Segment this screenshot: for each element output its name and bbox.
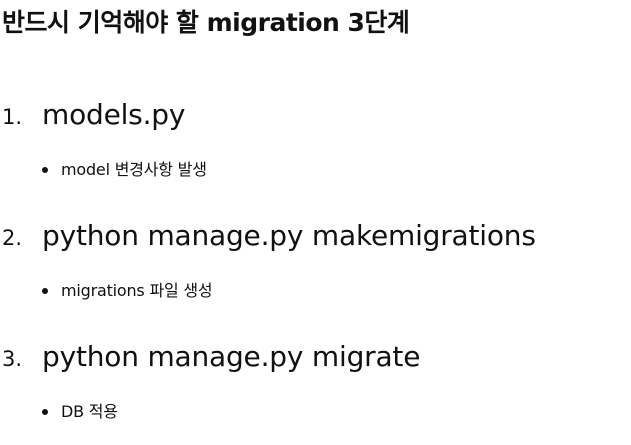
step-label: python manage.py migrate [42, 340, 421, 373]
step-bullet: model 변경사항 발생 [40, 158, 207, 182]
step-heading: 2. python manage.py makemigrations [0, 217, 631, 257]
step-bullet: migrations 파일 생성 [40, 279, 213, 303]
step-bullet: DB 적용 [40, 400, 118, 424]
slide: 반드시 기억해야 할 migration 3단계 1. models.py mo… [0, 0, 631, 445]
step-bullet-text: migrations 파일 생성 [61, 281, 213, 300]
step-number: 3. [2, 347, 23, 371]
step-item: 3. python manage.py migrate DB 적용 [0, 338, 631, 421]
step-item: 1. models.py model 변경사항 발생 [0, 96, 631, 179]
steps-list: 1. models.py model 변경사항 발생 2. python man… [0, 0, 631, 445]
step-label: models.py [42, 98, 186, 131]
step-number: 1. [2, 105, 23, 129]
bullet-dot-icon [42, 288, 48, 294]
step-heading: 1. models.py [0, 96, 631, 136]
step-heading: 3. python manage.py migrate [0, 338, 631, 378]
step-bullet-text: model 변경사항 발생 [61, 160, 207, 179]
step-item: 2. python manage.py makemigrations migra… [0, 217, 631, 300]
step-bullet-text: DB 적용 [61, 402, 118, 421]
bullet-dot-icon [42, 167, 48, 173]
bullet-dot-icon [42, 409, 48, 415]
step-number: 2. [2, 226, 23, 250]
step-label: python manage.py makemigrations [42, 219, 536, 252]
